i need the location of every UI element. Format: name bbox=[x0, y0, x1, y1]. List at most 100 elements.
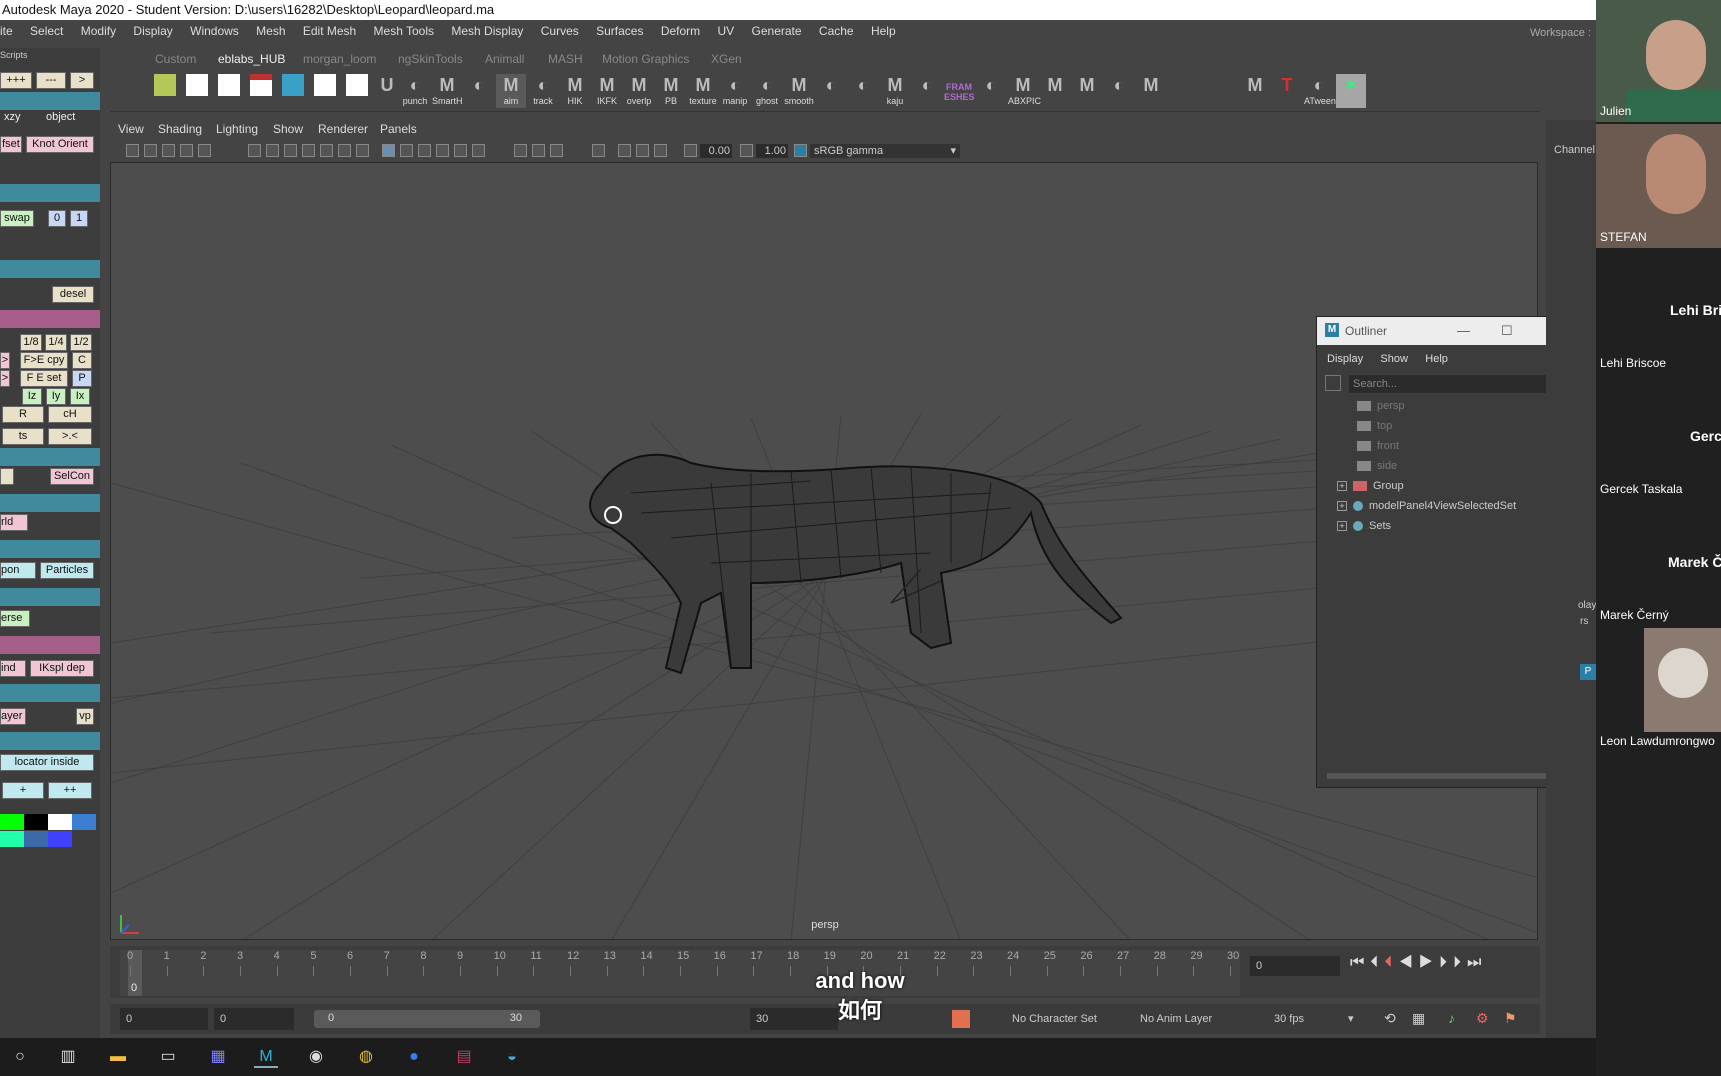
minimize-icon[interactable]: — bbox=[1457, 317, 1470, 345]
fps-select[interactable]: 30 fps bbox=[1268, 1008, 1358, 1030]
punch-icon[interactable]: ◐ punch bbox=[400, 74, 430, 108]
color-swatch[interactable] bbox=[24, 831, 48, 847]
menu-uv[interactable]: UV bbox=[718, 24, 735, 38]
script-field[interactable] bbox=[0, 468, 14, 485]
task-view-icon[interactable]: ▥ bbox=[56, 1046, 80, 1068]
go-to-start-icon[interactable]: ⏮ bbox=[1350, 954, 1370, 971]
menu-surfaces[interactable]: Surfaces bbox=[596, 24, 643, 38]
script-button[interactable]: P bbox=[72, 370, 92, 387]
outliner-titlebar[interactable]: M Outliner — ☐ ✕ bbox=[1317, 317, 1577, 345]
section-header[interactable] bbox=[0, 588, 100, 606]
gamma-icon[interactable] bbox=[740, 144, 753, 157]
color-swatch[interactable] bbox=[48, 831, 72, 847]
range-slider[interactable]: 0 30 bbox=[314, 1010, 540, 1028]
script-button[interactable]: Iy bbox=[46, 388, 66, 405]
camera-icon[interactable] bbox=[144, 144, 157, 157]
magnet-icon[interactable]: U bbox=[372, 74, 402, 108]
section-header[interactable] bbox=[0, 184, 100, 202]
section-header[interactable] bbox=[0, 732, 100, 750]
app-grid-icon[interactable]: ▦ bbox=[206, 1046, 230, 1068]
time-icon[interactable] bbox=[278, 74, 308, 108]
shelf-tab-custom[interactable]: Custom bbox=[155, 52, 196, 66]
shelf-tab-eblabs-hub[interactable]: eblabs_HUB bbox=[218, 52, 285, 66]
menu-cache[interactable]: Cache bbox=[819, 24, 854, 38]
grease-pencil-icon[interactable] bbox=[198, 144, 211, 157]
kaju-icon[interactable]: Mkaju bbox=[880, 74, 910, 108]
color-swatch[interactable] bbox=[0, 831, 24, 847]
vp-menu-view[interactable]: View bbox=[118, 122, 144, 136]
script-button[interactable]: >.< bbox=[48, 428, 92, 445]
film-gate-icon[interactable] bbox=[266, 144, 279, 157]
script-button[interactable]: 1 bbox=[70, 210, 88, 227]
python-icon[interactable]: ◐ bbox=[976, 74, 1006, 108]
outliner-menu-help[interactable]: Help bbox=[1425, 353, 1448, 365]
go-to-end-icon[interactable]: ⏭ bbox=[1467, 954, 1487, 971]
script-button[interactable]: 1/8 bbox=[20, 334, 42, 351]
vp-menu-lighting[interactable]: Lighting bbox=[216, 122, 258, 136]
participant-video-julien[interactable]: Julien bbox=[1596, 0, 1721, 122]
outliner-search-input[interactable]: Search... bbox=[1349, 375, 1575, 393]
anim-start-field[interactable]: 0 bbox=[214, 1008, 294, 1030]
maya-tool-icon[interactable]: M bbox=[1136, 74, 1166, 108]
field-chart-icon[interactable] bbox=[320, 144, 333, 157]
ikspl-dep-button[interactable]: IKspl dep bbox=[30, 660, 94, 677]
script-button[interactable]: + bbox=[2, 782, 44, 799]
step-forward-icon[interactable]: ⏵ bbox=[1453, 954, 1467, 971]
menu-mesh-tools[interactable]: Mesh Tools bbox=[374, 24, 434, 38]
particles-button[interactable]: Particles bbox=[40, 562, 94, 579]
zoom-icon[interactable]: ● bbox=[402, 1046, 426, 1068]
menu-edit-mesh[interactable]: Edit Mesh bbox=[303, 24, 356, 38]
shelf-tab-motion-graphics[interactable]: Motion Graphics bbox=[602, 52, 689, 66]
script-button[interactable]: fset bbox=[0, 136, 22, 153]
star-icon[interactable]: ✶ bbox=[1336, 74, 1366, 108]
menu-generate[interactable]: Generate bbox=[752, 24, 802, 38]
abxpic-icon[interactable]: M ABXPIC bbox=[1008, 74, 1041, 108]
menu-mesh-display[interactable]: Mesh Display bbox=[451, 24, 523, 38]
outliner-item-side[interactable]: side bbox=[1357, 457, 1397, 475]
script-button[interactable]: C bbox=[72, 352, 92, 369]
knot-orient-button[interactable]: Knot Orient bbox=[26, 136, 94, 153]
outliner-item-group[interactable]: + Group bbox=[1337, 477, 1404, 495]
group-icon[interactable] bbox=[182, 74, 212, 108]
outliner-item-front[interactable]: front bbox=[1357, 437, 1399, 455]
script-button[interactable]: > bbox=[0, 370, 10, 387]
key-icon[interactable] bbox=[342, 74, 372, 108]
outliner-menu-show[interactable]: Show bbox=[1380, 353, 1408, 365]
expand-icon[interactable]: + bbox=[1337, 521, 1347, 532]
wireframe-on-shaded-icon[interactable] bbox=[418, 144, 431, 157]
xray-active-icon[interactable] bbox=[636, 144, 649, 157]
tween-tool-icon[interactable]: T bbox=[1272, 74, 1302, 108]
shelf-tab-xgen[interactable]: XGen bbox=[711, 52, 742, 66]
script-button[interactable]: +++ bbox=[0, 72, 32, 89]
vp-menu-show[interactable]: Show bbox=[273, 122, 303, 136]
overlap-icon[interactable]: Moverlp bbox=[624, 74, 654, 108]
color-management-icon[interactable] bbox=[794, 144, 807, 157]
exposure-icon[interactable] bbox=[684, 144, 697, 157]
color-swatch[interactable] bbox=[72, 814, 96, 830]
color-swatch[interactable] bbox=[24, 814, 48, 830]
script-button[interactable]: erse bbox=[0, 610, 30, 627]
ambient-occlusion-icon[interactable] bbox=[514, 144, 527, 157]
outliner-item-sets[interactable]: + Sets bbox=[1337, 517, 1391, 535]
script-button[interactable]: --- bbox=[36, 72, 66, 89]
character-set-select[interactable]: No Character Set bbox=[1006, 1008, 1116, 1030]
step-back-key-icon[interactable]: ⏴ bbox=[1384, 954, 1398, 971]
frame-all-icon[interactable] bbox=[654, 144, 667, 157]
maximize-icon[interactable]: ☐ bbox=[1501, 317, 1513, 345]
atween-icon[interactable]: ◐ ATween bbox=[1304, 74, 1336, 108]
smooth-shade-icon[interactable] bbox=[400, 144, 413, 157]
selcon-button[interactable]: SelCon bbox=[50, 468, 94, 485]
safe-action-icon[interactable] bbox=[338, 144, 351, 157]
workspace-label[interactable]: Workspace : bbox=[1530, 27, 1591, 39]
outliner-horizontal-scrollbar[interactable] bbox=[1327, 773, 1563, 779]
gamma-field[interactable]: 1.00 bbox=[756, 144, 788, 158]
current-frame-field[interactable]: 0 bbox=[1250, 956, 1340, 976]
anim-layer-select[interactable]: No Anim Layer bbox=[1134, 1008, 1234, 1030]
script-button[interactable]: ayer bbox=[0, 708, 26, 725]
edge-icon[interactable]: ◒ bbox=[500, 1046, 524, 1068]
media-icon[interactable]: ▭ bbox=[156, 1046, 180, 1068]
use-lights-icon[interactable] bbox=[454, 144, 467, 157]
ikfk-icon[interactable]: M IKFK bbox=[592, 74, 622, 108]
playback-layer-button[interactable]: P bbox=[1580, 664, 1596, 680]
script-button[interactable]: rld bbox=[0, 514, 28, 531]
